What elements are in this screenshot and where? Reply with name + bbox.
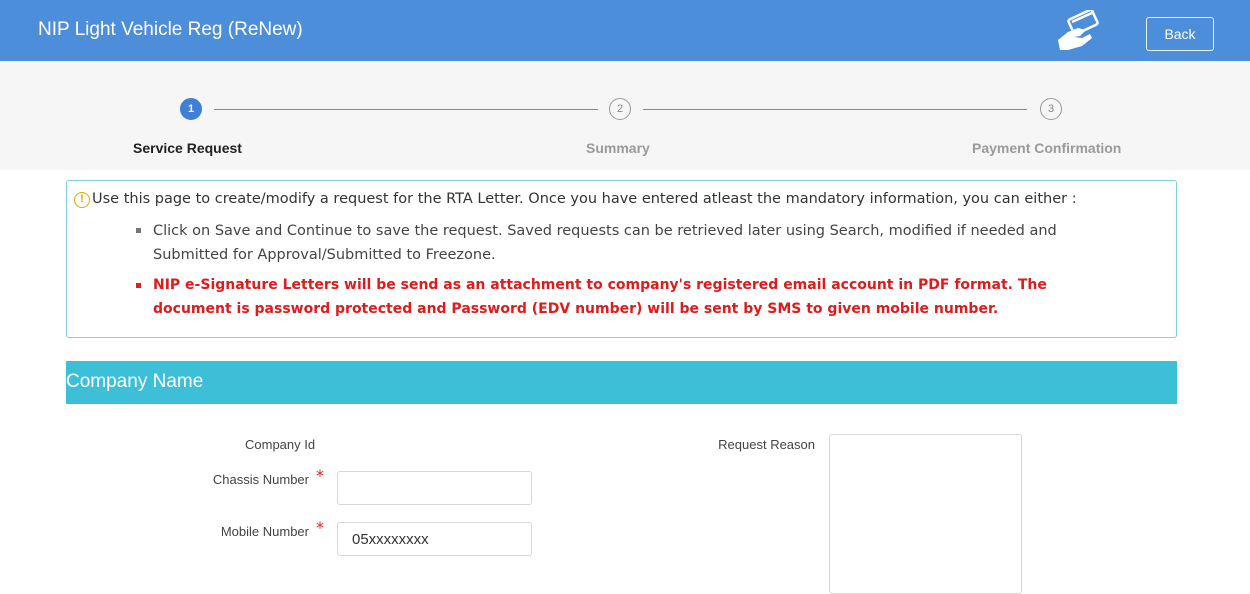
info-intro-text: Use this page to create/modify a request…: [92, 191, 1077, 207]
bullet-item: Click on Save and Continue to save the r…: [153, 219, 1153, 267]
request-reason-textarea[interactable]: [829, 434, 1022, 594]
mobile-number-input[interactable]: 05xxxxxxxx: [337, 522, 532, 556]
step-3-circle: 3: [1040, 98, 1062, 120]
step-2-circle: 2: [609, 98, 631, 120]
bullet-icon: [136, 283, 141, 288]
request-reason-label: Request Reason: [718, 437, 815, 452]
step-2-label: Summary: [586, 140, 650, 156]
warning-line: NIP e-Signature Letters will be send as …: [153, 277, 1047, 293]
mobile-number-label: Mobile Number: [220, 524, 309, 539]
back-button[interactable]: Back: [1146, 17, 1214, 51]
bullet-line: Click on Save and Continue to save the r…: [153, 223, 1057, 239]
step-connector: [214, 109, 598, 110]
warning-line: document is password protected and Passw…: [153, 301, 999, 317]
required-asterisk: *: [316, 466, 324, 485]
step-3-label: Payment Confirmation: [972, 140, 1122, 156]
step-1-label: Service Request: [133, 140, 242, 156]
info-circle-icon: !: [74, 192, 90, 208]
chassis-number-label: Chassis Number: [212, 472, 309, 487]
required-asterisk: *: [316, 518, 324, 537]
page-title: NIP Light Vehicle Reg (ReNew): [38, 19, 303, 40]
hand-card-icon: [1058, 10, 1099, 50]
step-connector: [643, 109, 1027, 110]
warning-bullet-item: NIP e-Signature Letters will be send as …: [153, 273, 1153, 321]
company-id-label: Company Id: [245, 437, 316, 452]
step-1-circle: 1: [180, 98, 202, 120]
bullet-line: Submitted for Approval/Submitted to Free…: [153, 247, 496, 263]
progress-stepper: 1 2 3 Service Request Summary Payment Co…: [0, 61, 1250, 170]
section-title: Company Name: [66, 371, 204, 392]
section-header: Company Name: [66, 361, 1177, 404]
app-header: NIP Light Vehicle Reg (ReNew) Back: [0, 0, 1250, 61]
bullet-icon: [136, 228, 141, 233]
info-panel: ! Use this page to create/modify a reque…: [66, 180, 1177, 338]
chassis-number-input[interactable]: [337, 471, 532, 505]
